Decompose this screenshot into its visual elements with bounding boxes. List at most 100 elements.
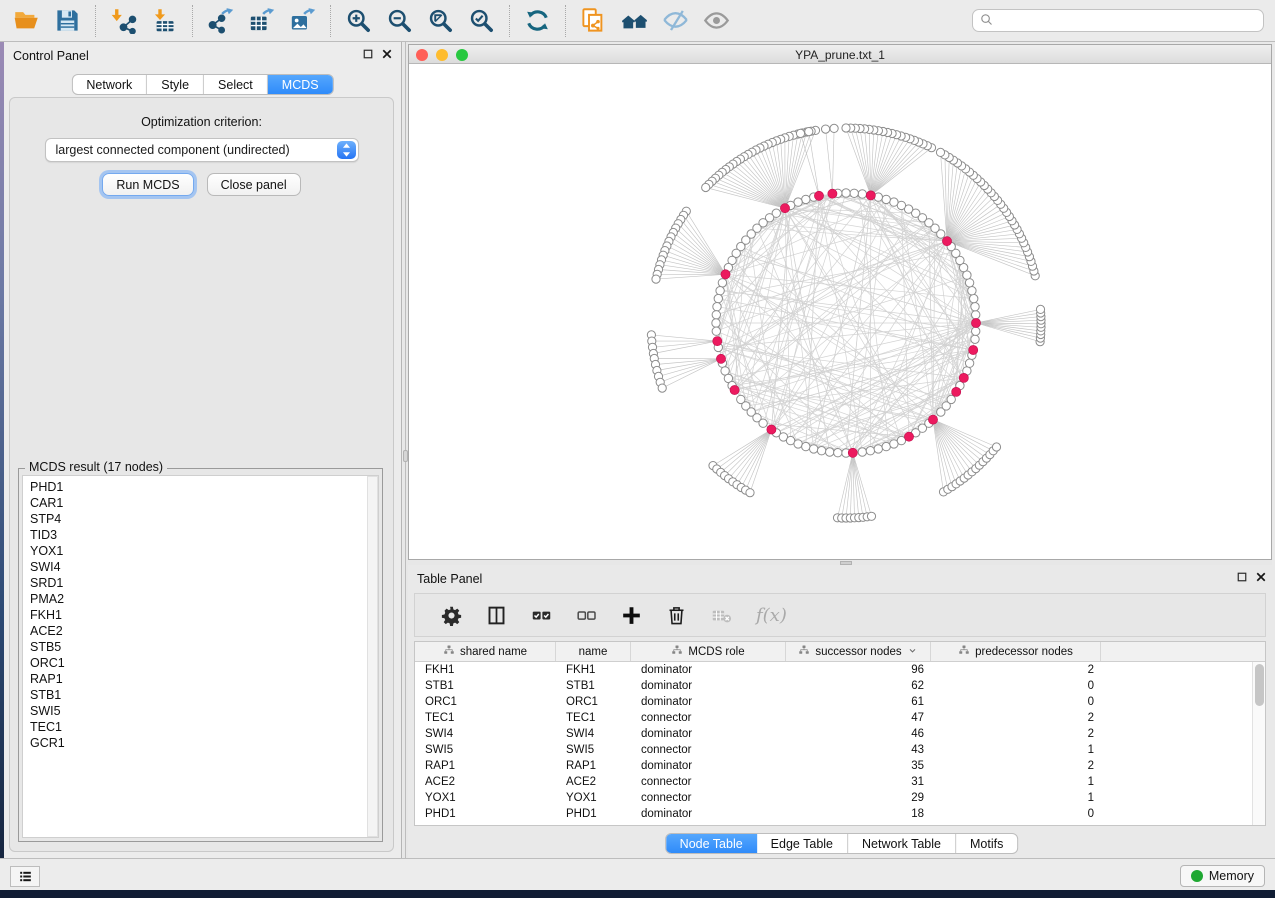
mcds-result-item[interactable]: GCR1 <box>30 735 378 751</box>
mcds-result-item[interactable]: STP4 <box>30 511 378 527</box>
table-cell[interactable]: 1 <box>931 742 1101 758</box>
table-cell[interactable]: 1 <box>931 774 1101 790</box>
close-panel-button[interactable]: Close panel <box>207 173 301 196</box>
table-row[interactable]: ACE2ACE2connector311 <box>415 774 1252 790</box>
save-session-button[interactable] <box>47 1 88 41</box>
mcds-result-item[interactable]: SRD1 <box>30 575 378 591</box>
mcds-result-item[interactable]: YOX1 <box>30 543 378 559</box>
table-cell[interactable]: dominator <box>631 758 786 774</box>
table-row[interactable]: ORC1ORC1dominator610 <box>415 694 1252 710</box>
table-cell[interactable]: 61 <box>786 694 931 710</box>
export-image-button[interactable] <box>282 1 323 41</box>
run-mcds-button[interactable]: Run MCDS <box>102 173 193 196</box>
table-row[interactable]: SWI5SWI5connector431 <box>415 742 1252 758</box>
table-cell[interactable]: RAP1 <box>556 758 631 774</box>
table-cell[interactable]: ORC1 <box>556 694 631 710</box>
table-cell[interactable]: SWI5 <box>415 742 556 758</box>
zoom-selected-button[interactable] <box>461 1 502 41</box>
table-cell[interactable]: 2 <box>931 758 1101 774</box>
table-cell[interactable]: 47 <box>786 710 931 726</box>
table-cell[interactable]: YOX1 <box>415 790 556 806</box>
export-network-button[interactable] <box>200 1 241 41</box>
search-input[interactable] <box>994 11 1257 30</box>
mcds-result-item[interactable]: STB1 <box>30 687 378 703</box>
table-cell[interactable]: connector <box>631 710 786 726</box>
table-cell[interactable]: 29 <box>786 790 931 806</box>
table-cell[interactable]: 2 <box>931 662 1101 678</box>
task-history-button[interactable] <box>10 866 40 887</box>
table-row[interactable]: STB1STB1dominator620 <box>415 678 1252 694</box>
zoom-in-button[interactable] <box>338 1 379 41</box>
table-row[interactable]: TEC1TEC1connector472 <box>415 710 1252 726</box>
mcds-result-item[interactable]: TID3 <box>30 527 378 543</box>
mcds-result-item[interactable]: FKH1 <box>30 607 378 623</box>
table-cell[interactable]: 0 <box>931 806 1101 822</box>
table-cell[interactable]: 31 <box>786 774 931 790</box>
export-table-button[interactable] <box>241 1 282 41</box>
table-cell[interactable]: dominator <box>631 806 786 822</box>
table-cell[interactable]: connector <box>631 790 786 806</box>
open-session-button[interactable] <box>6 1 47 41</box>
select-all-button[interactable] <box>519 594 564 636</box>
refresh-button[interactable] <box>517 1 558 41</box>
zoom-fit-button[interactable] <box>420 1 461 41</box>
mcds-result-item[interactable]: PMA2 <box>30 591 378 607</box>
column-header-predecessor-nodes[interactable]: predecessor nodes <box>931 642 1101 661</box>
tab-select[interactable]: Select <box>204 75 268 94</box>
import-network-button[interactable] <box>103 1 144 41</box>
table-cell[interactable]: SWI4 <box>556 726 631 742</box>
table-scrollbar-thumb[interactable] <box>1255 664 1264 706</box>
mcds-result-item[interactable]: ACE2 <box>30 623 378 639</box>
criterion-dropdown[interactable]: largest connected component (undirected) <box>45 138 359 162</box>
tab-network-table[interactable]: Network Table <box>848 834 956 853</box>
mcds-result-item[interactable]: SWI4 <box>30 559 378 575</box>
close-table-panel-icon[interactable] <box>1255 571 1267 583</box>
table-cell[interactable]: 2 <box>931 726 1101 742</box>
table-cell[interactable]: ACE2 <box>556 774 631 790</box>
table-cell[interactable]: 62 <box>786 678 931 694</box>
table-cell[interactable]: TEC1 <box>556 710 631 726</box>
column-header-mcds-role[interactable]: MCDS role <box>631 642 786 661</box>
table-cell[interactable]: FKH1 <box>556 662 631 678</box>
table-row[interactable]: RAP1RAP1dominator352 <box>415 758 1252 774</box>
import-table-button[interactable] <box>144 1 185 41</box>
table-cell[interactable]: 35 <box>786 758 931 774</box>
float-table-panel-icon[interactable] <box>1236 571 1248 583</box>
mcds-result-item[interactable]: TEC1 <box>30 719 378 735</box>
tab-node-table[interactable]: Node Table <box>666 834 757 853</box>
table-cell[interactable]: connector <box>631 742 786 758</box>
mcds-result-item[interactable]: RAP1 <box>30 671 378 687</box>
mcds-list-scrollbar[interactable] <box>367 476 378 837</box>
table-cell[interactable]: 43 <box>786 742 931 758</box>
table-cell[interactable]: dominator <box>631 678 786 694</box>
table-cell[interactable]: dominator <box>631 726 786 742</box>
table-cell[interactable]: YOX1 <box>556 790 631 806</box>
table-cell[interactable]: SWI5 <box>556 742 631 758</box>
close-panel-icon[interactable] <box>381 48 393 60</box>
table-cell[interactable]: ACE2 <box>415 774 556 790</box>
mcds-result-item[interactable]: STB5 <box>30 639 378 655</box>
zoom-out-button[interactable] <box>379 1 420 41</box>
table-cell[interactable]: 0 <box>931 694 1101 710</box>
table-cell[interactable]: 1 <box>931 790 1101 806</box>
table-cell[interactable]: STB1 <box>556 678 631 694</box>
table-row[interactable]: SWI4SWI4dominator462 <box>415 726 1252 742</box>
tab-mcds[interactable]: MCDS <box>268 75 333 94</box>
table-cell[interactable]: 0 <box>931 678 1101 694</box>
mcds-result-item[interactable]: ORC1 <box>30 655 378 671</box>
table-scrollbar[interactable] <box>1252 662 1265 825</box>
table-cell[interactable]: connector <box>631 774 786 790</box>
column-header-successor-nodes[interactable]: successor nodes <box>786 642 931 661</box>
table-row[interactable]: FKH1FKH1dominator962 <box>415 662 1252 678</box>
table-cell[interactable]: dominator <box>631 694 786 710</box>
delete-column-button[interactable] <box>654 594 699 636</box>
table-cell[interactable]: PHD1 <box>415 806 556 822</box>
tab-network[interactable]: Network <box>72 75 147 94</box>
mcds-result-item[interactable]: CAR1 <box>30 495 378 511</box>
mcds-result-item[interactable]: SWI5 <box>30 703 378 719</box>
column-header-shared-name[interactable]: shared name <box>415 642 556 661</box>
float-panel-icon[interactable] <box>362 48 374 60</box>
mcds-result-list[interactable]: PHD1CAR1STP4TID3YOX1SWI4SRD1PMA2FKH1ACE2… <box>22 475 379 838</box>
first-neighbors-button[interactable] <box>614 1 655 41</box>
unselect-all-button[interactable] <box>564 594 609 636</box>
